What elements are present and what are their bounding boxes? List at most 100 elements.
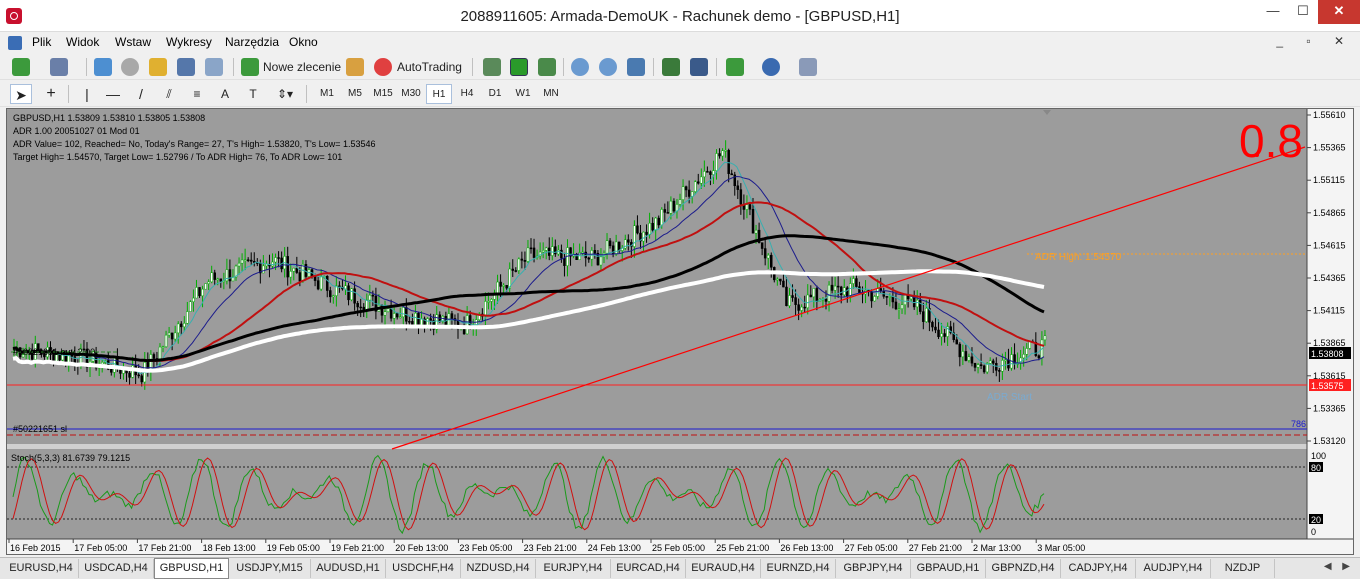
menu-file[interactable]: Plik bbox=[32, 35, 51, 49]
tile-windows-icon[interactable] bbox=[627, 58, 645, 76]
timeframe-m5[interactable]: M5 bbox=[342, 84, 368, 104]
crosshair-icon[interactable]: + bbox=[40, 84, 62, 104]
candle-body bbox=[934, 326, 937, 331]
chart-tab[interactable]: GBPUSD,H1 bbox=[154, 558, 229, 579]
zoom-in-icon[interactable] bbox=[571, 58, 589, 76]
timeframe-h4[interactable]: H4 bbox=[454, 84, 480, 104]
menu-bar: Plik Widok Wstaw Wykresy Narzędzia Okno … bbox=[0, 32, 1360, 54]
chart-tab[interactable]: CADJPY,H4 bbox=[1061, 559, 1136, 578]
timeframe-m15[interactable]: M15 bbox=[370, 84, 396, 104]
text-icon[interactable]: A bbox=[216, 84, 234, 104]
new-chart-icon[interactable] bbox=[12, 58, 30, 76]
autotrading-button[interactable]: AutoTrading bbox=[397, 57, 462, 77]
timeframe-h1[interactable]: H1 bbox=[426, 84, 452, 104]
candle-body bbox=[681, 186, 685, 200]
navigator-icon[interactable] bbox=[149, 58, 167, 76]
horizontal-line-icon[interactable]: — bbox=[104, 84, 122, 104]
timeframe-m30[interactable]: M30 bbox=[398, 84, 424, 104]
candle-body bbox=[219, 278, 223, 282]
chart-tab[interactable]: AUDUSD,H1 bbox=[311, 559, 386, 578]
candle-body bbox=[800, 306, 803, 311]
chart-shift-icon[interactable] bbox=[662, 58, 680, 76]
bar-chart-icon[interactable] bbox=[483, 58, 501, 76]
candle-body bbox=[496, 281, 499, 294]
terminal-icon[interactable] bbox=[177, 58, 195, 76]
maximize-button[interactable]: ☐ bbox=[1288, 0, 1318, 24]
candle-body bbox=[666, 212, 670, 214]
indicators-icon[interactable] bbox=[726, 58, 744, 76]
candle-body bbox=[715, 153, 718, 171]
trendline-icon[interactable]: / bbox=[132, 84, 150, 104]
chart-tab[interactable]: NZDJP bbox=[1211, 559, 1275, 578]
autoscroll-icon[interactable] bbox=[690, 58, 708, 76]
candle-body bbox=[593, 250, 597, 254]
menu-window[interactable]: Okno bbox=[289, 35, 318, 49]
candle-body bbox=[885, 296, 889, 298]
strategy-tester-icon[interactable] bbox=[205, 58, 223, 76]
chart-tab[interactable]: EURUSD,H4 bbox=[4, 559, 79, 578]
candle-body bbox=[195, 287, 198, 299]
chart-tab[interactable]: EURAUD,H4 bbox=[686, 559, 761, 578]
chart-tab[interactable]: USDCHF,H4 bbox=[386, 559, 461, 578]
menu-charts[interactable]: Wykresy bbox=[166, 35, 212, 49]
minimize-button[interactable]: — bbox=[1258, 0, 1288, 24]
chart-tab[interactable]: EURNZD,H4 bbox=[761, 559, 836, 578]
mdi-controls[interactable]: _ ▫ ✕ bbox=[1276, 34, 1354, 48]
chart-tab[interactable]: USDCAD,H4 bbox=[79, 559, 154, 578]
candle-body bbox=[532, 247, 536, 258]
periods-icon[interactable] bbox=[762, 58, 780, 76]
price-chart[interactable]: GBPUSD,H1 1.53809 1.53810 1.53805 1.5380… bbox=[7, 109, 1353, 554]
candle-body bbox=[395, 313, 399, 318]
chart-tab[interactable]: GBPNZD,H4 bbox=[986, 559, 1061, 578]
time-axis-label: 23 Feb 21:00 bbox=[524, 543, 577, 553]
stop-loss-label: #50221651 sl bbox=[13, 424, 67, 434]
equidistant-channel-icon[interactable]: ⫽ bbox=[160, 84, 178, 104]
menu-insert[interactable]: Wstaw bbox=[115, 35, 151, 49]
arrows-dropdown-icon[interactable]: ⇕▾ bbox=[272, 84, 298, 104]
menu-tools[interactable]: Narzędzia bbox=[225, 35, 279, 49]
close-button[interactable]: ✕ bbox=[1318, 0, 1360, 24]
fibonacci-icon[interactable]: ≡ bbox=[188, 84, 206, 104]
candle-body bbox=[249, 259, 253, 262]
cursor-icon[interactable]: ➤ bbox=[10, 84, 32, 104]
candle-body bbox=[684, 186, 688, 191]
tab-scroll-arrows[interactable]: ◀ ▶ bbox=[1324, 561, 1354, 572]
templates-icon[interactable] bbox=[799, 58, 817, 76]
chart-window-icon[interactable] bbox=[8, 36, 22, 50]
chart-tab[interactable]: EURCAD,H4 bbox=[611, 559, 686, 578]
time-axis-label: 25 Feb 21:00 bbox=[716, 543, 769, 553]
chart-tab[interactable]: GBPAUD,H1 bbox=[911, 559, 986, 578]
chart-tab[interactable]: USDJPY,M15 bbox=[229, 559, 311, 578]
stoch-level-80: 80 bbox=[1311, 463, 1321, 473]
chart-info-line-3: ADR Value= 102, Reached= No, Today's Ran… bbox=[13, 139, 375, 149]
new-order-button[interactable]: Nowe zlecenie bbox=[263, 57, 341, 77]
candle-body bbox=[748, 204, 752, 210]
chart-tab[interactable]: AUDJPY,H4 bbox=[1136, 559, 1211, 578]
time-axis-label: 27 Feb 05:00 bbox=[845, 543, 898, 553]
timeframe-d1[interactable]: D1 bbox=[482, 84, 508, 104]
candlestick-icon[interactable] bbox=[510, 58, 528, 76]
text-label-icon[interactable]: T bbox=[244, 84, 262, 104]
profiles-icon[interactable] bbox=[50, 58, 68, 76]
candle-body bbox=[581, 251, 584, 254]
candle-body bbox=[237, 262, 241, 267]
candle-body bbox=[420, 318, 423, 325]
candle-body bbox=[791, 295, 794, 298]
crosshair-nav-icon[interactable] bbox=[121, 58, 139, 76]
timeframe-w1[interactable]: W1 bbox=[510, 84, 536, 104]
metaeditor-icon[interactable] bbox=[346, 58, 364, 76]
zoom-out-icon[interactable] bbox=[599, 58, 617, 76]
chart-tab[interactable]: EURJPY,H4 bbox=[536, 559, 611, 578]
line-chart-icon[interactable] bbox=[538, 58, 556, 76]
stoch-level-100: 100 bbox=[1311, 451, 1326, 461]
timeframe-m1[interactable]: M1 bbox=[314, 84, 340, 104]
chart-tab[interactable]: NZDUSD,H4 bbox=[461, 559, 536, 578]
chart-window[interactable]: GBPUSD,H1 1.53809 1.53810 1.53805 1.5380… bbox=[6, 108, 1354, 555]
vertical-line-icon[interactable]: | bbox=[78, 84, 96, 104]
menu-view[interactable]: Widok bbox=[66, 35, 99, 49]
candle-body bbox=[663, 209, 667, 213]
candle-body bbox=[398, 316, 402, 319]
market-watch-icon[interactable] bbox=[94, 58, 112, 76]
timeframe-mn[interactable]: MN bbox=[538, 84, 564, 104]
chart-tab[interactable]: GBPJPY,H4 bbox=[836, 559, 911, 578]
